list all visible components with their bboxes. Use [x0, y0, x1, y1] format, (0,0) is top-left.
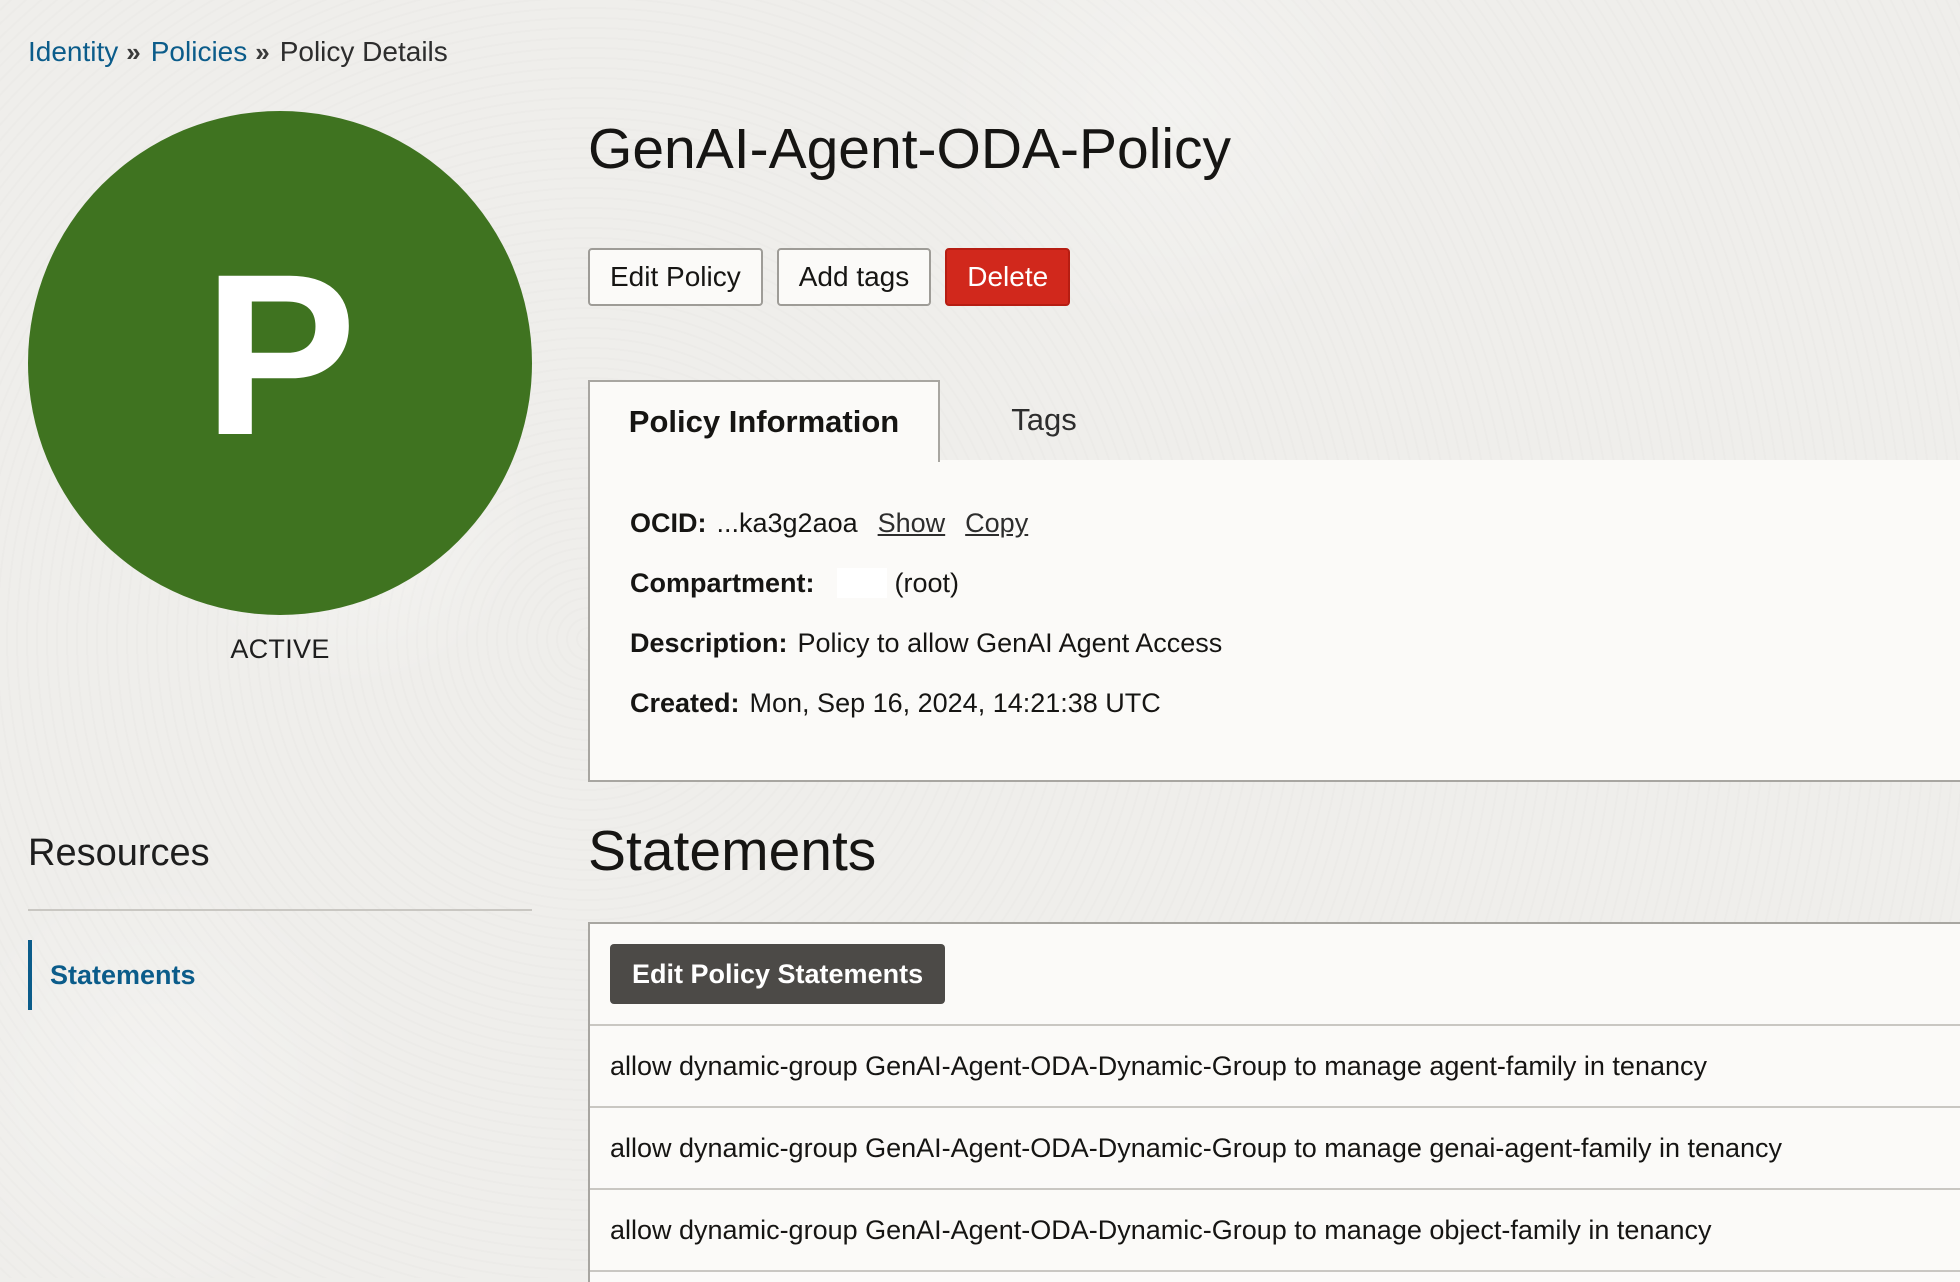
created-row: Created: Mon, Sep 16, 2024, 14:21:38 UTC: [630, 688, 1960, 718]
compartment-value: (root): [894, 568, 960, 598]
description-value: Policy to allow GenAI Agent Access: [797, 628, 1223, 658]
statement-row: allow dynamic-group GenAI-Agent-ODA-Dyna…: [590, 1108, 1960, 1190]
description-label: Description:: [630, 628, 788, 658]
breadcrumb: Identity » Policies » Policy Details: [28, 34, 448, 70]
status-label: ACTIVE: [230, 634, 330, 664]
breadcrumb-separator-icon: »: [126, 37, 141, 67]
description-row: Description: Policy to allow GenAI Agent…: [630, 628, 1960, 658]
resources-heading: Resources: [28, 832, 210, 874]
ocid-label: OCID:: [630, 508, 707, 538]
statement-row: allow dynamic-group GenAI-Agent-ODA-Dyna…: [590, 1026, 1960, 1108]
statements-toolbar: Edit Policy Statements: [590, 924, 1960, 1026]
page-title: GenAI-Agent-ODA-Policy: [588, 117, 1232, 181]
resources-divider: [28, 909, 532, 911]
compartment-row: Compartment: (root): [630, 568, 1960, 598]
breadcrumb-current: Policy Details: [279, 36, 448, 67]
tab-bar: Policy Information Tags: [588, 380, 1960, 462]
ocid-copy-link[interactable]: Copy: [965, 508, 1028, 538]
tab-policy-information[interactable]: Policy Information: [588, 380, 940, 462]
policy-info-panel: OCID: ...ka3g2aoa Show Copy Compartment:…: [588, 460, 1960, 782]
ocid-value: ...ka3g2aoa: [716, 508, 858, 538]
created-value: Mon, Sep 16, 2024, 14:21:38 UTC: [749, 688, 1161, 718]
breadcrumb-separator-icon: »: [255, 37, 270, 67]
breadcrumb-identity-link[interactable]: Identity: [28, 34, 118, 70]
tab-tags[interactable]: Tags: [964, 380, 1124, 460]
statements-table: Edit Policy Statements allow dynamic-gro…: [588, 922, 1960, 1282]
created-label: Created:: [630, 688, 740, 718]
statements-heading: Statements: [588, 819, 877, 883]
avatar-letter: P: [203, 226, 357, 483]
action-bar: Edit Policy Add tags Delete: [588, 248, 1071, 306]
ocid-row: OCID: ...ka3g2aoa Show Copy: [630, 508, 1960, 538]
compartment-label: Compartment:: [630, 568, 815, 598]
edit-policy-statements-button[interactable]: Edit Policy Statements: [610, 944, 946, 1004]
delete-button[interactable]: Delete: [945, 248, 1071, 306]
edit-policy-button[interactable]: Edit Policy: [588, 248, 763, 306]
resources-item-statements[interactable]: Statements: [28, 940, 196, 1010]
policy-avatar: P: [28, 111, 532, 615]
ocid-show-link[interactable]: Show: [878, 508, 946, 538]
breadcrumb-policies-link[interactable]: Policies: [151, 34, 247, 70]
statement-row: allow dynamic-group GenAI-Agent-ODA-Dyna…: [590, 1190, 1960, 1272]
redacted-block: [836, 568, 887, 598]
add-tags-button[interactable]: Add tags: [776, 248, 932, 306]
